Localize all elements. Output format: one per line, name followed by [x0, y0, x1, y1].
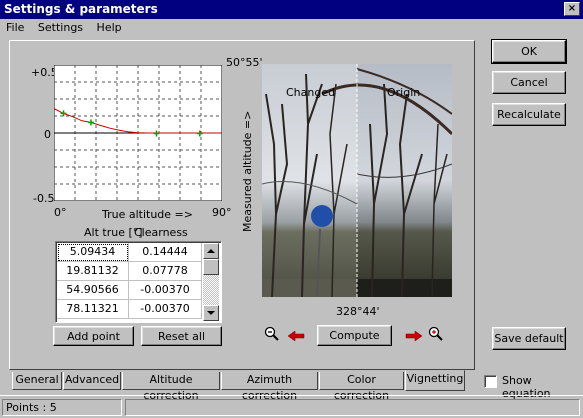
x-tick-start: 0° [54, 206, 67, 219]
x-tick-end: 90° [212, 206, 232, 219]
y-tick-zero: 0 [44, 128, 51, 141]
status-message [125, 399, 580, 416]
zoom-out-icon[interactable] [264, 326, 280, 342]
close-button[interactable]: × [564, 2, 580, 16]
menu-file[interactable]: File [6, 21, 24, 34]
table-cell[interactable]: 19.81132 [57, 262, 129, 281]
table-cell[interactable]: 0.14444 [129, 243, 202, 262]
vignetting-chart[interactable] [54, 65, 222, 201]
menu-bar: File Settings Help [0, 19, 583, 37]
table-cell[interactable]: 5.09434 [57, 243, 129, 262]
table-cell[interactable]: 0.07778 [129, 262, 202, 281]
recalculate-button[interactable]: Recalculate [492, 103, 566, 126]
tab-color-correction[interactable]: Color correction [319, 372, 404, 402]
origin-label: Origin [387, 86, 421, 99]
arrow-right-icon[interactable] [405, 330, 423, 342]
photo-bottom-label: 328°44' [336, 305, 380, 318]
y-tick-bottom: -0.5 [33, 192, 55, 205]
x-axis-label: True altitude => [102, 208, 193, 221]
changed-label: Changed [286, 86, 336, 99]
add-point-button[interactable]: Add point [53, 326, 134, 346]
arrow-left-icon[interactable] [287, 330, 305, 342]
show-equation-checkbox[interactable] [484, 375, 497, 388]
table-scrollbar[interactable] [203, 243, 219, 321]
photo-side-label: Measured altitude => [241, 110, 254, 232]
cancel-button[interactable]: Cancel [492, 71, 566, 94]
scroll-thumb[interactable] [203, 259, 219, 275]
table-cell[interactable]: -0.00370 [129, 281, 202, 300]
ok-button[interactable]: OK [491, 39, 567, 64]
road-sign [311, 205, 333, 227]
photo-top-label: 50°55' [226, 56, 263, 69]
zoom-in-icon[interactable] [428, 326, 444, 342]
compute-button[interactable]: Compute [317, 325, 392, 346]
menu-help[interactable]: Help [97, 21, 122, 34]
scroll-up-button[interactable] [203, 243, 219, 259]
tab-azimuth-correction[interactable]: Azimuth correction [221, 372, 318, 402]
tab-general[interactable]: General [12, 372, 62, 390]
scroll-down-button[interactable] [203, 305, 219, 321]
table-cell[interactable]: 54.90566 [57, 281, 129, 300]
points-table[interactable]: 5.09434 0.14444 19.81132 0.07778 54.9056… [55, 241, 222, 323]
window-title: Settings & parameters [0, 0, 583, 19]
show-equation-label: Show equation [502, 374, 551, 400]
reset-all-button[interactable]: Reset all [141, 326, 222, 346]
table-header-clearness: Clearness [134, 226, 188, 239]
status-divider [0, 395, 583, 396]
tab-vignetting[interactable]: Vignetting [405, 370, 465, 391]
menu-settings[interactable]: Settings [38, 21, 83, 34]
tab-advanced[interactable]: Advanced [63, 372, 121, 390]
status-points: Points : 5 [2, 399, 122, 416]
table-cell[interactable]: -0.00370 [129, 300, 202, 319]
tab-altitude-correction[interactable]: Altitude correction [122, 372, 220, 402]
save-default-button[interactable]: Save default [492, 327, 566, 350]
table-cell[interactable]: 78.11321 [57, 300, 129, 319]
